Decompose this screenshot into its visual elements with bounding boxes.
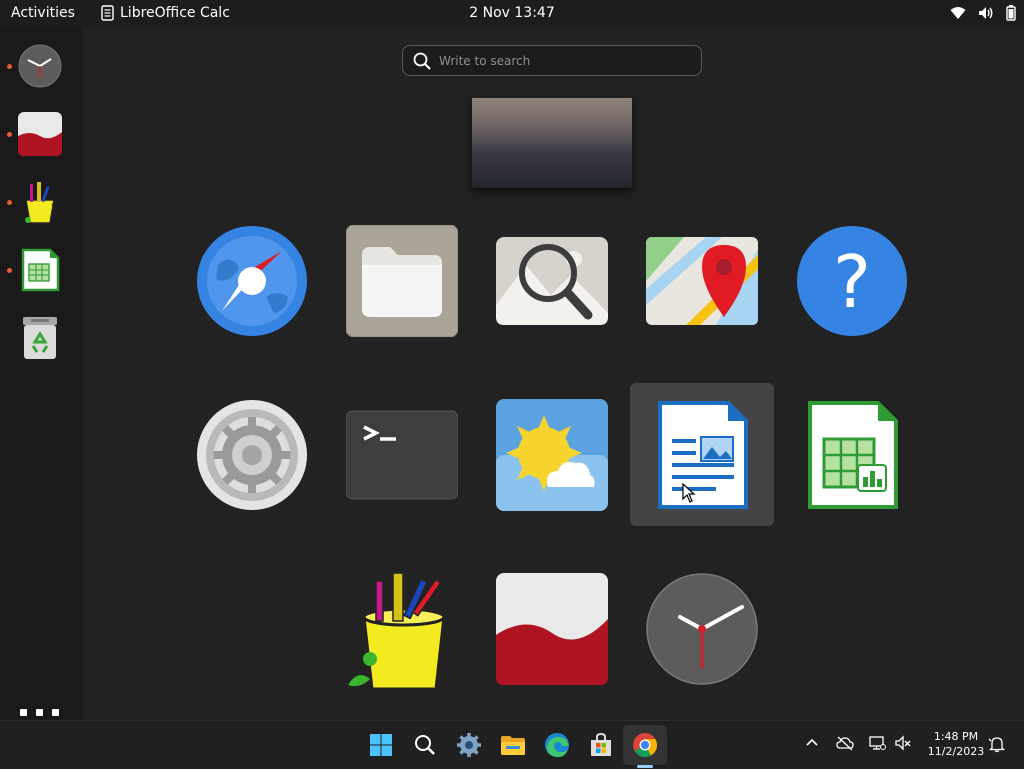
windows-logo-icon [370, 734, 392, 756]
app-files[interactable] [345, 224, 459, 338]
dock-item-libreoffice-calc[interactable] [18, 248, 62, 292]
svg-text:?: ? [833, 240, 871, 324]
app-shotwell[interactable] [496, 573, 608, 685]
folder-icon [501, 736, 525, 755]
taskbar-edge[interactable] [543, 731, 571, 759]
clock-icon [18, 44, 62, 88]
cloud-offline-icon [836, 736, 854, 751]
search-input[interactable] [437, 52, 681, 69]
app-menu-label: LibreOffice Calc [120, 5, 230, 21]
question-mark-icon: ? [797, 226, 907, 336]
spreadsheet-icon [21, 248, 60, 292]
spreadsheet-icon [808, 401, 898, 509]
show-hidden-icons-button[interactable] [805, 736, 819, 751]
mouse-cursor [682, 483, 696, 503]
start-button[interactable] [367, 731, 395, 759]
paint-bucket-icon [25, 182, 57, 224]
terminal-icon [345, 410, 459, 500]
running-indicator [7, 132, 12, 137]
app-web[interactable] [196, 225, 308, 337]
app-weather[interactable] [496, 399, 608, 511]
dock-item-clocks[interactable] [18, 44, 62, 88]
app-paint[interactable] [346, 572, 458, 691]
taskbar-settings[interactable] [455, 731, 483, 759]
compass-icon [197, 226, 307, 336]
wifi-icon [950, 7, 966, 19]
notifications-button[interactable] [988, 735, 1006, 756]
volume-status[interactable] [894, 735, 912, 754]
app-help[interactable]: ? [796, 225, 908, 337]
app-image-viewer[interactable] [496, 225, 608, 337]
clock[interactable]: 2 Nov 13:47 [469, 5, 554, 21]
volume-muted-icon [895, 735, 911, 751]
app-terminal[interactable] [345, 399, 459, 511]
clock-icon [646, 573, 758, 685]
taskbar: 1:48 PM 11/2/2023 [0, 720, 1024, 769]
gear-icon [197, 400, 307, 510]
app-menu[interactable]: LibreOffice Calc [101, 5, 230, 21]
onedrive-status[interactable] [836, 735, 854, 754]
show-apps-button[interactable] [20, 709, 59, 716]
text-document-icon [658, 401, 748, 509]
gear-icon [457, 733, 481, 757]
top-bar: Activities LibreOffice Calc 2 Nov 13:47 [0, 0, 1024, 28]
network-status[interactable] [868, 735, 886, 754]
taskbar-file-explorer[interactable] [499, 731, 527, 759]
shotwell-icon [18, 112, 62, 156]
workspace-thumbnail[interactable] [472, 98, 632, 188]
taskbar-store[interactable] [587, 731, 615, 759]
app-libreoffice-writer[interactable] [646, 399, 758, 511]
app-libreoffice-calc[interactable] [796, 399, 908, 511]
network-disconnected-icon [869, 736, 886, 750]
running-indicator [7, 268, 12, 273]
search-field[interactable] [402, 45, 702, 76]
taskbar-date: 11/2/2023 [927, 745, 985, 758]
search-icon [415, 735, 435, 755]
chrome-browser-icon [633, 733, 658, 758]
magnifier-image-icon [496, 237, 608, 325]
system-menu[interactable] [950, 5, 1016, 21]
folder-icon [345, 224, 459, 338]
battery-icon [1006, 5, 1016, 21]
activities-button[interactable]: Activities [11, 5, 75, 21]
taskbar-search-button[interactable] [411, 731, 439, 759]
paint-bucket-icon [348, 572, 455, 691]
notification-bell-icon [988, 737, 1006, 753]
dock-item-shotwell[interactable] [18, 112, 62, 156]
app-maps[interactable] [646, 225, 758, 337]
app-clocks[interactable] [646, 573, 758, 685]
trash-icon [23, 317, 57, 359]
weather-icon [496, 399, 608, 511]
taskbar-chrome[interactable] [631, 731, 659, 759]
dock-item-trash[interactable] [18, 316, 62, 360]
dock [0, 28, 82, 720]
map-pin-icon [646, 237, 758, 325]
document-icon [101, 5, 114, 21]
shotwell-icon [496, 573, 608, 685]
app-settings[interactable] [196, 399, 308, 511]
chevron-up-icon [806, 738, 818, 746]
edge-browser-icon [545, 733, 569, 758]
taskbar-clock[interactable]: 1:48 PM 11/2/2023 [922, 729, 990, 759]
store-bag-icon [591, 732, 611, 756]
volume-icon [979, 7, 993, 19]
running-indicator [7, 200, 12, 205]
taskbar-time: 1:48 PM [933, 730, 979, 743]
search-icon [413, 52, 431, 70]
dock-item-paint[interactable] [18, 180, 62, 224]
running-indicator [7, 64, 12, 69]
